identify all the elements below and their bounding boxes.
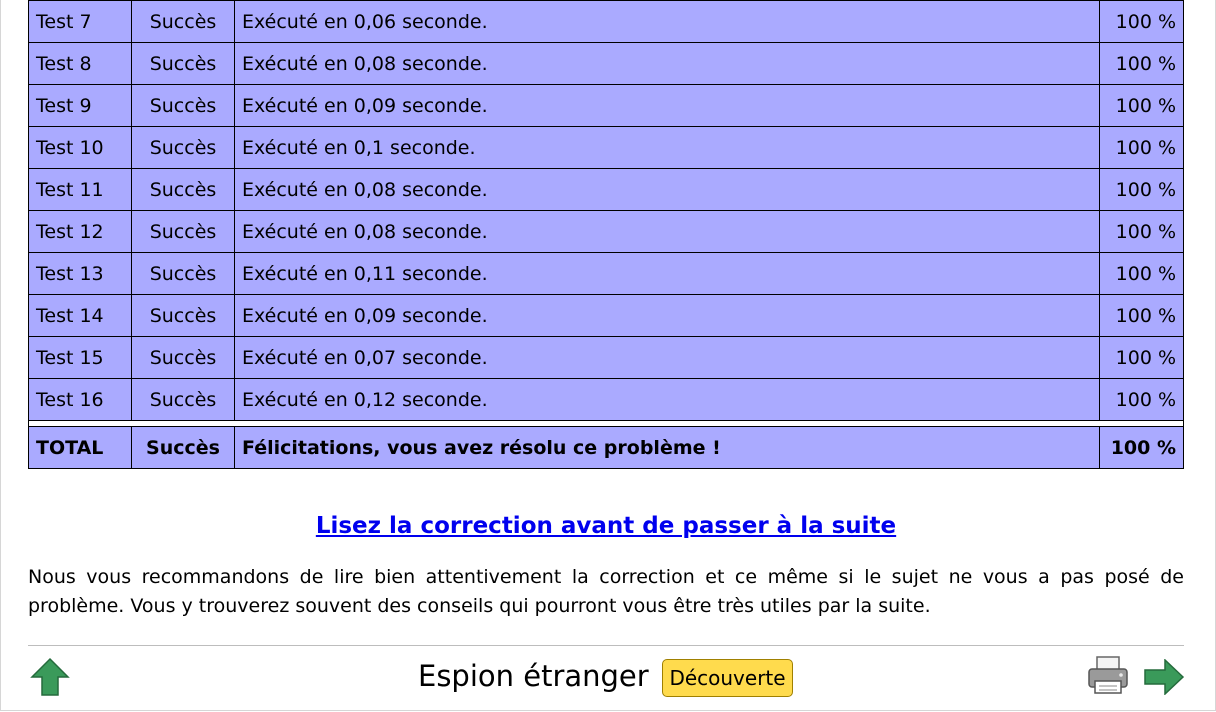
test-message: Exécuté en 0,06 seconde. (234, 0, 1100, 43)
total-status: Succès (131, 426, 235, 469)
test-status: Succès (131, 378, 235, 421)
test-name: Test 13 (28, 252, 132, 295)
total-label: TOTAL (28, 426, 132, 469)
test-name: Test 16 (28, 378, 132, 421)
test-message: Exécuté en 0,12 seconde. (234, 378, 1100, 421)
total-message: Félicitations, vous avez résolu ce probl… (234, 426, 1100, 469)
table-row: Test 14 Succès Exécuté en 0,09 seconde. 100… (28, 294, 1184, 337)
level-badge: Découverte (662, 659, 793, 697)
total-row: TOTAL Succès Félicitations, vous avez réso… (28, 426, 1184, 469)
test-message: Exécuté en 0,08 seconde. (234, 210, 1100, 253)
test-score: 100 % (1099, 42, 1184, 85)
test-status: Succès (131, 294, 235, 337)
advice-text: Nous vous recommandons de lire bien atte… (28, 566, 1184, 617)
test-name: Test 10 (28, 126, 132, 169)
test-message: Exécuté en 0,07 seconde. (234, 336, 1100, 379)
test-score: 100 % (1099, 210, 1184, 253)
test-score: 100 % (1099, 378, 1184, 421)
test-name: Test 14 (28, 294, 132, 337)
test-message: Exécuté en 0,09 seconde. (234, 84, 1100, 127)
test-score: 100 % (1099, 84, 1184, 127)
test-status: Succès (131, 84, 235, 127)
test-status: Succès (131, 42, 235, 85)
test-message: Exécuté en 0,1 seconde. (234, 126, 1100, 169)
test-score: 100 % (1099, 336, 1184, 379)
test-score: 100 % (1099, 294, 1184, 337)
test-score: 100 % (1099, 0, 1184, 43)
test-message: Exécuté en 0,08 seconde. (234, 42, 1100, 85)
table-row: Test 12 Succès Exécuté en 0,08 seconde. 100… (28, 210, 1184, 253)
total-score: 100 % (1099, 426, 1184, 469)
test-name: Test 12 (28, 210, 132, 253)
printer-icon[interactable] (1087, 655, 1129, 695)
problem-title: Espion étranger (418, 659, 649, 693)
test-message: Exécuté en 0,09 seconde. (234, 294, 1100, 337)
test-status: Succès (131, 252, 235, 295)
test-message: Exécuté en 0,08 seconde. (234, 168, 1100, 211)
results-table: Test 7 Succès Exécuté en 0,06 seconde. 100 … (28, 0, 1184, 469)
test-name: Test 9 (28, 84, 132, 127)
table-row: Test 7 Succès Exécuté en 0,06 seconde. 100 … (28, 0, 1184, 43)
test-score: 100 % (1099, 252, 1184, 295)
correction-link[interactable]: Lisez la correction avant de passer à la… (0, 513, 1212, 539)
up-arrow-icon[interactable] (30, 657, 70, 697)
test-name: Test 8 (28, 42, 132, 85)
test-name: Test 15 (28, 336, 132, 379)
test-status: Succès (131, 210, 235, 253)
test-score: 100 % (1099, 126, 1184, 169)
test-name: Test 7 (28, 0, 132, 43)
test-status: Succès (131, 0, 235, 43)
table-row: Test 15 Succès Exécuté en 0,07 seconde. 100… (28, 336, 1184, 379)
test-name: Test 11 (28, 168, 132, 211)
table-row: Test 8 Succès Exécuté en 0,08 seconde. 100 … (28, 42, 1184, 85)
test-status: Succès (131, 168, 235, 211)
test-status: Succès (131, 126, 235, 169)
table-row: Test 11 Succès Exécuté en 0,08 seconde. 100… (28, 168, 1184, 211)
next-arrow-icon[interactable] (1143, 658, 1185, 696)
table-row: Test 13 Succès Exécuté en 0,11 seconde. 100… (28, 252, 1184, 295)
test-message: Exécuté en 0,11 seconde. (234, 252, 1100, 295)
table-row: Test 10 Succès Exécuté en 0,1 seconde. 100 … (28, 126, 1184, 169)
table-row: Test 9 Succès Exécuté en 0,09 seconde. 100 … (28, 84, 1184, 127)
test-score: 100 % (1099, 168, 1184, 211)
test-status: Succès (131, 336, 235, 379)
footer-divider (28, 645, 1184, 646)
table-row: Test 16 Succès Exécuté en 0,12 seconde. 100… (28, 378, 1184, 421)
